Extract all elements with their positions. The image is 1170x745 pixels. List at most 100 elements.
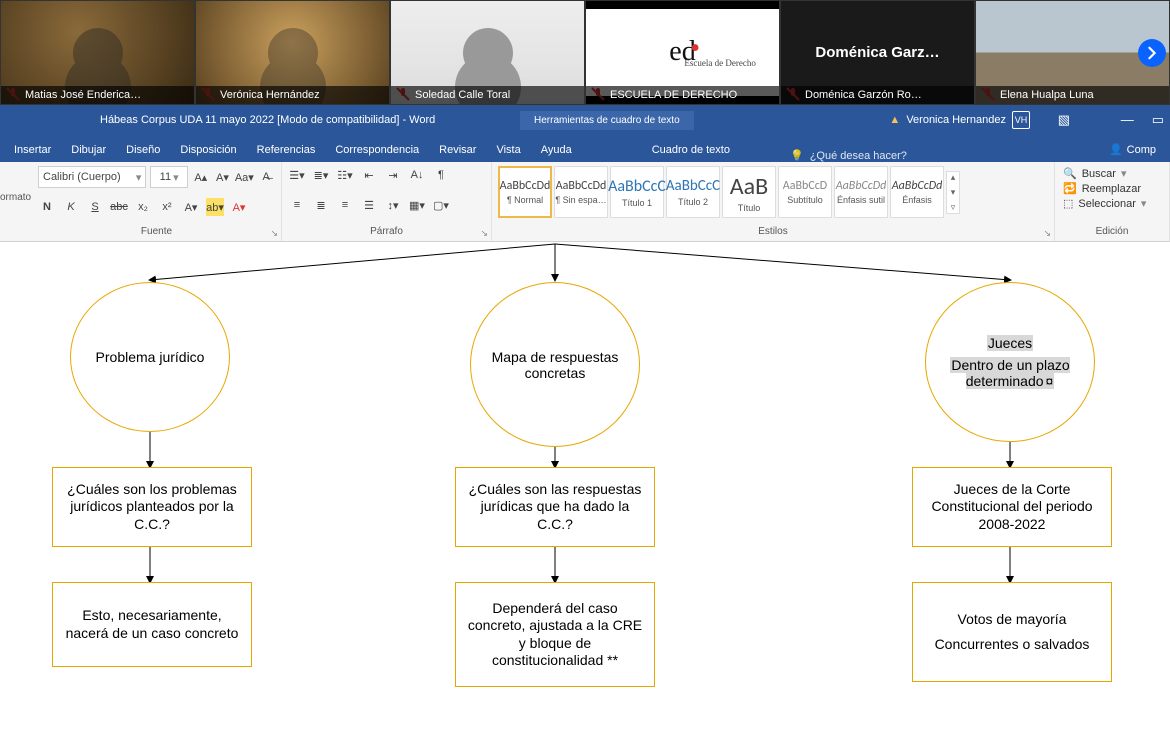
style-preview: AaBbCcDd [500,179,551,193]
document-canvas[interactable]: Problema jurídico ¿Cuáles son los proble… [0,242,1170,745]
share-button[interactable]: 👤 Comp [1095,137,1170,162]
ribbon-tab[interactable]: Ayuda [531,138,582,162]
diagram-circle[interactable]: Problema jurídico [70,282,230,432]
account-area[interactable]: ▲ Veronica Hernandez VH [889,111,1030,129]
ribbon-tab[interactable]: Revisar [429,138,486,162]
highlight-button[interactable]: ab▾ [206,198,224,216]
change-case-button[interactable]: Aa▾ [235,168,253,186]
increase-indent-button[interactable]: ⇥ [384,166,402,184]
share-button-icon[interactable]: ▧ [1058,112,1070,128]
next-page-button[interactable] [1138,39,1166,67]
diagram-box[interactable]: Votos de mayoría Concurrentes o salvados [912,582,1112,682]
decrease-indent-button[interactable]: ⇤ [360,166,378,184]
restore-button[interactable]: ▭ [1152,112,1164,128]
sort-button[interactable]: A↓ [408,166,426,184]
font-color-button[interactable]: A▾ [230,198,248,216]
borders-button[interactable]: ▢▾ [432,196,450,214]
video-tile-1[interactable]: Matias José Enderica… [0,0,195,105]
bold-button[interactable]: N [38,198,56,216]
ribbon-tab[interactable]: Correspondencia [325,138,429,162]
style-tile[interactable]: AaBbCcDdÉnfasis [890,166,944,218]
diagram-text: Jueces [987,335,1033,351]
style-label: ¶ Sin espa… [555,195,606,205]
diagram-circle-selected[interactable]: Jueces Dentro de un plazo determinado¤ [925,282,1095,442]
diagram-box[interactable]: Dependerá del caso concreto, ajustada a … [455,582,655,687]
italic-button[interactable]: K [62,198,80,216]
ribbon-tab[interactable]: Disposición [170,138,246,162]
show-marks-button[interactable]: ¶ [432,166,450,184]
diagram-text: Dentro de un plazo determinado¤ [934,357,1086,389]
video-tile-5[interactable]: Doménica Garz… Doménica Garzón Ro… [780,0,975,105]
diagram-text: Votos de mayoría [958,611,1067,629]
select-button[interactable]: ⬚ Seleccionar▾ [1061,196,1163,211]
multilevel-button[interactable]: ☷▾ [336,166,354,184]
style-tile[interactable]: AaBbCcDdÉnfasis sutil [834,166,888,218]
style-tile[interactable]: AaBbCcCTítulo 2 [666,166,720,218]
diagram-box[interactable]: Esto, necesariamente, nacerá de un caso … [52,582,252,667]
style-label: Énfasis sutil [837,195,885,205]
dialog-launcher[interactable]: ↘ [1043,228,1051,239]
strike-button[interactable]: abc [110,198,128,216]
style-preview: AaBbCcDd [556,179,607,193]
diagram-box[interactable]: ¿Cuáles son los problemas jurídicos plan… [52,467,252,547]
style-preview: AaBbCcC [666,177,720,195]
group-label: Estilos [498,226,1048,239]
replace-button[interactable]: 🔁 Reemplazar [1061,181,1163,196]
lightbulb-icon: 💡 [790,149,804,162]
clear-format-button[interactable]: A̶ [257,168,275,186]
diagram-text: ¿Cuáles son las respuestas jurídicas que… [466,481,644,534]
justify-button[interactable]: ☰ [360,196,378,214]
diagram-box[interactable]: ¿Cuáles son las respuestas jurídicas que… [455,467,655,547]
align-right-button[interactable]: ≡ [336,196,354,214]
dialog-launcher[interactable]: ↘ [270,228,278,239]
ribbon-group-styles: AaBbCcDd¶ NormalAaBbCcDd¶ Sin espa…AaBbC… [492,162,1055,241]
account-avatar[interactable]: VH [1012,111,1030,129]
video-tile-3[interactable]: Soledad Calle Toral [390,0,585,105]
line-spacing-button[interactable]: ↕▾ [384,196,402,214]
video-tile-2[interactable]: Verónica Hernández [195,0,390,105]
style-preview: AaBbCcD [783,179,827,193]
diagram-box[interactable]: Jueces de la Corte Constitucional del pe… [912,467,1112,547]
search-icon: 🔍 [1063,167,1077,180]
style-label: Título 1 [622,198,652,208]
video-name-label: Verónica Hernández [196,86,389,104]
diagram-text: Dependerá del caso concreto, ajustada a … [466,600,644,670]
dialog-launcher[interactable]: ↘ [480,228,488,239]
ribbon-tab[interactable]: Referencias [247,138,326,162]
underline-button[interactable]: S [86,198,104,216]
style-label: Título [738,203,761,213]
video-tile-4[interactable]: ed • Escuela de Derecho ESCUELA DE DEREC… [585,0,780,105]
style-tile[interactable]: AaBTítulo [722,166,776,218]
font-name-combo[interactable]: Calibri (Cuerpo)▾ [38,166,146,188]
align-center-button[interactable]: ≣ [312,196,330,214]
subscript-button[interactable]: x₂ [134,198,152,216]
style-tile[interactable]: AaBbCcDd¶ Normal [498,166,552,218]
shading-button[interactable]: ▦▾ [408,196,426,214]
ribbon-group-font: Calibri (Cuerpo)▾ 11▾ A▴ A▾ Aa▾ A̶ N K S… [32,162,282,241]
ribbon-tab[interactable]: Diseño [116,138,170,162]
ribbon-tab[interactable]: Insertar [4,138,61,162]
group-label: Edición [1061,226,1163,239]
numbering-button[interactable]: ≣▾ [312,166,330,184]
text-effects-button[interactable]: A▾ [182,198,200,216]
style-tile[interactable]: AaBbCcCTítulo 1 [610,166,664,218]
shrink-font-button[interactable]: A▾ [214,168,232,186]
font-size-combo[interactable]: 11▾ [150,166,188,188]
superscript-button[interactable]: x² [158,198,176,216]
find-button[interactable]: 🔍 Buscar▾ [1061,166,1163,181]
style-tile[interactable]: AaBbCcDSubtítulo [778,166,832,218]
minimize-button[interactable]: — [1121,112,1134,128]
tell-me-search[interactable]: 💡 ¿Qué desea hacer? [790,149,907,162]
diagram-circle[interactable]: Mapa de respuestas concretas [470,282,640,447]
bullets-button[interactable]: ☰▾ [288,166,306,184]
align-left-button[interactable]: ≡ [288,196,306,214]
grow-font-button[interactable]: A▴ [192,168,210,186]
ribbon-tab[interactable]: Vista [486,138,530,162]
ribbon-tab[interactable]: Dibujar [61,138,116,162]
account-name: Veronica Hernandez [906,114,1006,126]
style-tile[interactable]: AaBbCcDd ¶ Sin espa… [554,166,608,218]
style-label: Énfasis [902,195,932,205]
ribbon-context-tab[interactable]: Cuadro de texto [642,138,740,162]
styles-more-button[interactable]: ▴▾▿ [946,171,960,214]
ribbon-body: ormato Calibri (Cuerpo)▾ 11▾ A▴ A▾ Aa▾ A… [0,162,1170,242]
